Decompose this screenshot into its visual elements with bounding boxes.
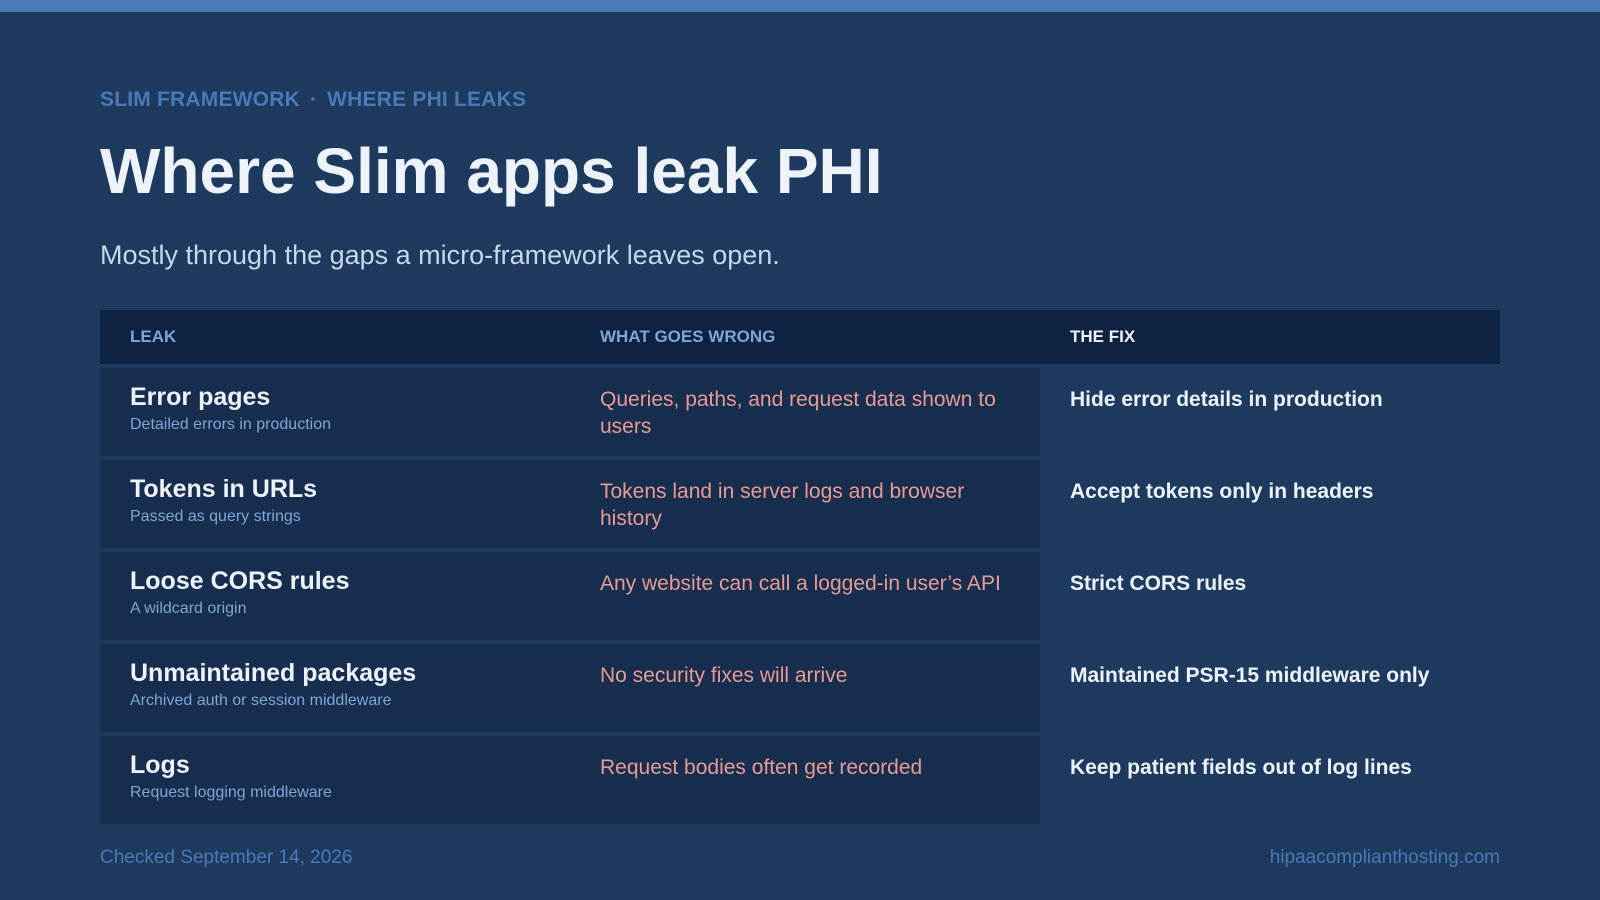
leak-detail: Detailed errors in production bbox=[130, 416, 331, 433]
table-row: Unmaintained packages Archived auth or s… bbox=[100, 644, 1500, 732]
problem-cell: Tokens land in server logs and browser h… bbox=[570, 460, 1040, 548]
fix-cell: Keep patient fields out of log lines bbox=[1040, 736, 1500, 824]
leak-detail: Archived auth or session middleware bbox=[130, 692, 392, 709]
eyebrow-framework: SLIM FRAMEWORK bbox=[100, 88, 300, 111]
site-url: hipaacomplianthosting.com bbox=[1269, 847, 1500, 868]
leak-cell: Unmaintained packages Archived auth or s… bbox=[100, 644, 570, 732]
problem-text: Any website can call a logged-in user’s … bbox=[600, 572, 1001, 595]
eyebrow-topic: WHERE PHI LEAKS bbox=[327, 88, 527, 111]
leak-name: Unmaintained packages bbox=[130, 659, 417, 687]
fix-cell: Accept tokens only in headers bbox=[1040, 460, 1500, 548]
leak-cell: Logs Request logging middleware bbox=[100, 736, 570, 824]
leak-name: Error pages bbox=[130, 383, 271, 411]
top-accent-bar bbox=[0, 0, 1600, 12]
leak-detail: Passed as query strings bbox=[130, 508, 301, 525]
fix-text: Strict CORS rules bbox=[1070, 572, 1247, 595]
header-leak: LEAK bbox=[130, 327, 177, 346]
leak-name: Logs bbox=[130, 751, 190, 779]
fix-text: Hide error details in production bbox=[1070, 388, 1383, 411]
leak-cell: Tokens in URLs Passed as query strings bbox=[100, 460, 570, 548]
leak-name: Loose CORS rules bbox=[130, 567, 350, 595]
problem-text: Queries, paths, and request data shown t… bbox=[600, 388, 996, 438]
leak-cell: Loose CORS rules A wildcard origin bbox=[100, 552, 570, 640]
eyebrow-separator: · bbox=[309, 88, 318, 111]
problem-cell: Request bodies often get recorded bbox=[570, 736, 1040, 824]
problem-cell: Queries, paths, and request data shown t… bbox=[570, 368, 1040, 456]
problem-cell: Any website can call a logged-in user’s … bbox=[570, 552, 1040, 640]
leak-name: Tokens in URLs bbox=[130, 475, 318, 503]
problem-text: Tokens land in server logs and browser h… bbox=[600, 480, 965, 530]
table-row: Logs Request logging middleware Request … bbox=[100, 736, 1500, 824]
fix-text: Accept tokens only in headers bbox=[1070, 480, 1374, 503]
header-the-fix: THE FIX bbox=[1070, 327, 1136, 346]
problem-text: Request bodies often get recorded bbox=[600, 756, 923, 779]
fix-cell: Strict CORS rules bbox=[1040, 552, 1500, 640]
eyebrow: SLIM FRAMEWORK · WHERE PHI LEAKS bbox=[100, 88, 526, 112]
problem-cell: No security fixes will arrive bbox=[570, 644, 1040, 732]
table-row: Error pages Detailed errors in productio… bbox=[100, 368, 1500, 456]
page-subtitle: Mostly through the gaps a micro-framewor… bbox=[100, 240, 780, 270]
leak-detail: Request logging middleware bbox=[130, 784, 332, 801]
fix-cell: Hide error details in production bbox=[1040, 368, 1500, 456]
checked-date: Checked September 14, 2026 bbox=[100, 847, 353, 868]
leak-cell: Error pages Detailed errors in productio… bbox=[100, 368, 570, 456]
leak-detail: A wildcard origin bbox=[130, 600, 247, 617]
page-title: Where Slim apps leak PHI bbox=[100, 135, 883, 207]
fix-text: Keep patient fields out of log lines bbox=[1070, 756, 1412, 779]
table-header: LEAK WHAT GOES WRONG THE FIX bbox=[100, 310, 1500, 364]
table-row: Tokens in URLs Passed as query strings T… bbox=[100, 460, 1500, 548]
leak-table: LEAK WHAT GOES WRONG THE FIX Error pages… bbox=[100, 310, 1500, 828]
problem-text: No security fixes will arrive bbox=[600, 664, 848, 687]
fix-text: Maintained PSR-15 middleware only bbox=[1070, 664, 1430, 687]
header-what-goes-wrong: WHAT GOES WRONG bbox=[600, 327, 776, 346]
fix-cell: Maintained PSR-15 middleware only bbox=[1040, 644, 1500, 732]
table-row: Loose CORS rules A wildcard origin Any w… bbox=[100, 552, 1500, 640]
